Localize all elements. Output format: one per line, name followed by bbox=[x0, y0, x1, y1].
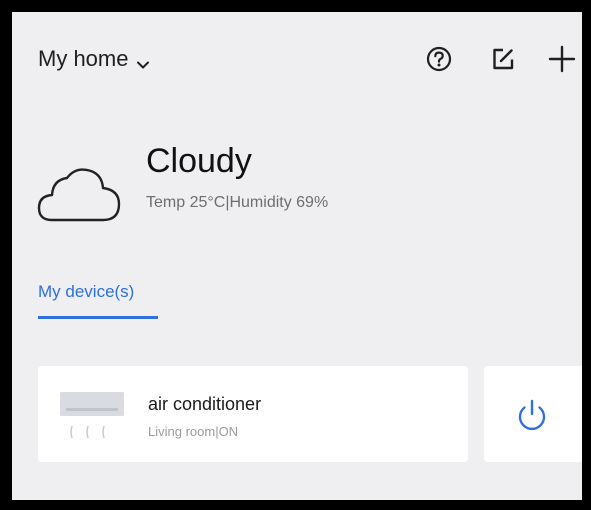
weather-details: Temp 25°C|Humidity 69% bbox=[146, 194, 329, 211]
device-power-card bbox=[484, 366, 582, 462]
device-status: Living room|ON bbox=[148, 424, 239, 439]
help-icon[interactable] bbox=[422, 42, 456, 76]
air-conditioner-icon bbox=[58, 390, 126, 444]
tab-my-devices[interactable]: My device(s) bbox=[38, 282, 158, 319]
device-tabs: My device(s) bbox=[38, 282, 158, 319]
add-icon[interactable] bbox=[545, 42, 579, 76]
chevron-down-icon bbox=[136, 52, 150, 69]
device-name: air conditioner bbox=[148, 394, 262, 414]
home-selector[interactable]: My home bbox=[38, 46, 150, 72]
weather-summary: Cloudy Temp 25°C|Humidity 69% bbox=[36, 142, 436, 232]
weather-condition: Cloudy bbox=[146, 142, 252, 180]
cloud-icon bbox=[36, 162, 122, 224]
device-card-air-conditioner[interactable]: air conditioner Living room|ON bbox=[38, 366, 468, 462]
edit-icon[interactable] bbox=[486, 42, 520, 76]
header-bar: My home bbox=[12, 42, 582, 82]
home-label: My home bbox=[38, 46, 129, 71]
app-screen: My home Cloudy Temp 25°C|Humidity 69% My… bbox=[12, 12, 582, 500]
power-icon[interactable] bbox=[512, 396, 552, 436]
